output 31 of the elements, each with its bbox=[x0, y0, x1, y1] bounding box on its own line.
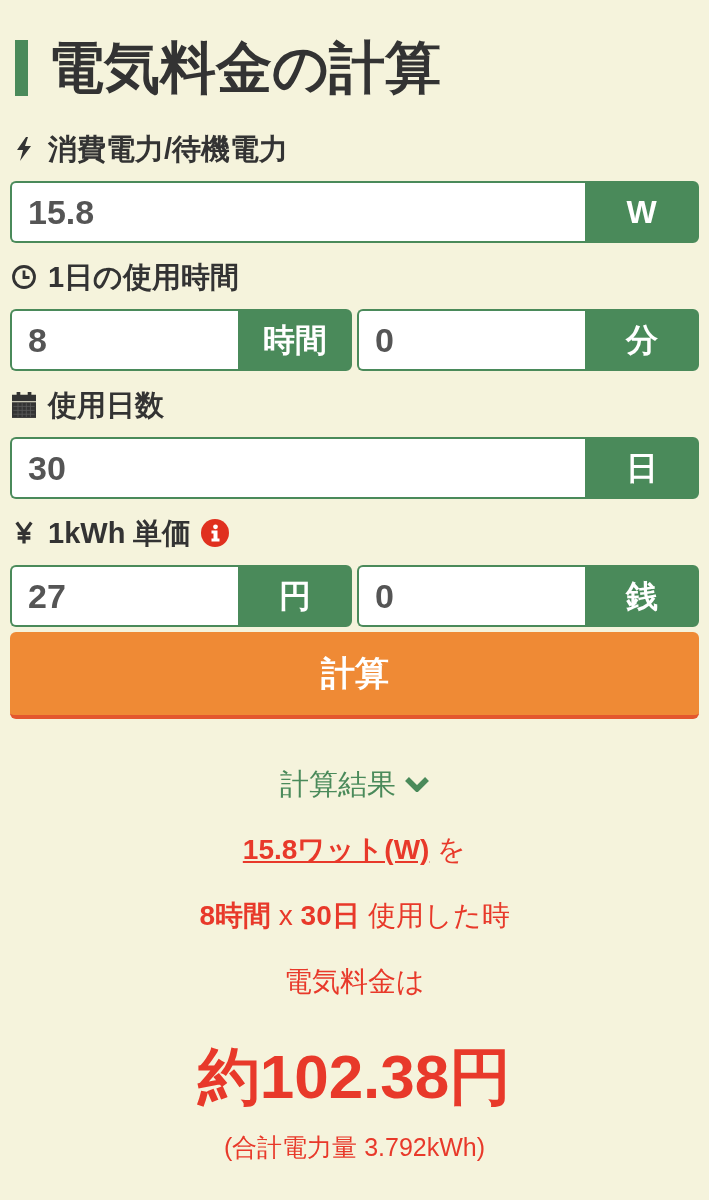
input-field[interactable]: 30 bbox=[10, 437, 585, 499]
info-icon[interactable] bbox=[201, 519, 230, 547]
unit-label: W bbox=[584, 181, 699, 243]
wattage-link[interactable]: 15.8ワット(W) bbox=[242, 834, 430, 865]
electricity-cost: 約102.38円 bbox=[196, 1042, 513, 1112]
result-sentence: 15.8ワット(W) を bbox=[241, 833, 468, 867]
result-heading: 計算結果 bbox=[280, 767, 396, 802]
yen-icon bbox=[14, 521, 34, 545]
field-label: 使用日数 bbox=[48, 388, 164, 423]
field-label: 消費電力/待機電力 bbox=[48, 132, 289, 167]
cost-intro-text: 電気料金は bbox=[283, 965, 426, 999]
field-label: 1日の使用時間 bbox=[48, 260, 240, 295]
title-accent-bar bbox=[15, 40, 28, 96]
unit-label: 分 bbox=[584, 309, 699, 371]
usage-sentence: 8時間 x 30日 使用した時 bbox=[198, 899, 511, 933]
unit-label: 円 bbox=[237, 565, 352, 627]
input-field[interactable]: 27 bbox=[10, 565, 238, 627]
unit-label: 時間 bbox=[237, 309, 352, 371]
total-energy-text: (合計電力量 3.792kWh) bbox=[222, 1132, 487, 1163]
input-field[interactable]: 0 bbox=[357, 309, 585, 371]
input-field[interactable]: 15.8 bbox=[10, 181, 585, 243]
input-field[interactable]: 0 bbox=[357, 565, 585, 627]
calendar-icon bbox=[12, 392, 36, 418]
lightning-icon bbox=[16, 136, 32, 162]
page-title: 電気料金の計算 bbox=[48, 38, 441, 98]
unit-label: 日 bbox=[584, 437, 699, 499]
input-field[interactable]: 8 bbox=[10, 309, 238, 371]
clock-icon bbox=[12, 265, 36, 289]
chevron-down-icon bbox=[405, 776, 429, 792]
unit-label: 銭 bbox=[584, 565, 699, 627]
field-label: 1kWh 単価 bbox=[48, 516, 192, 551]
